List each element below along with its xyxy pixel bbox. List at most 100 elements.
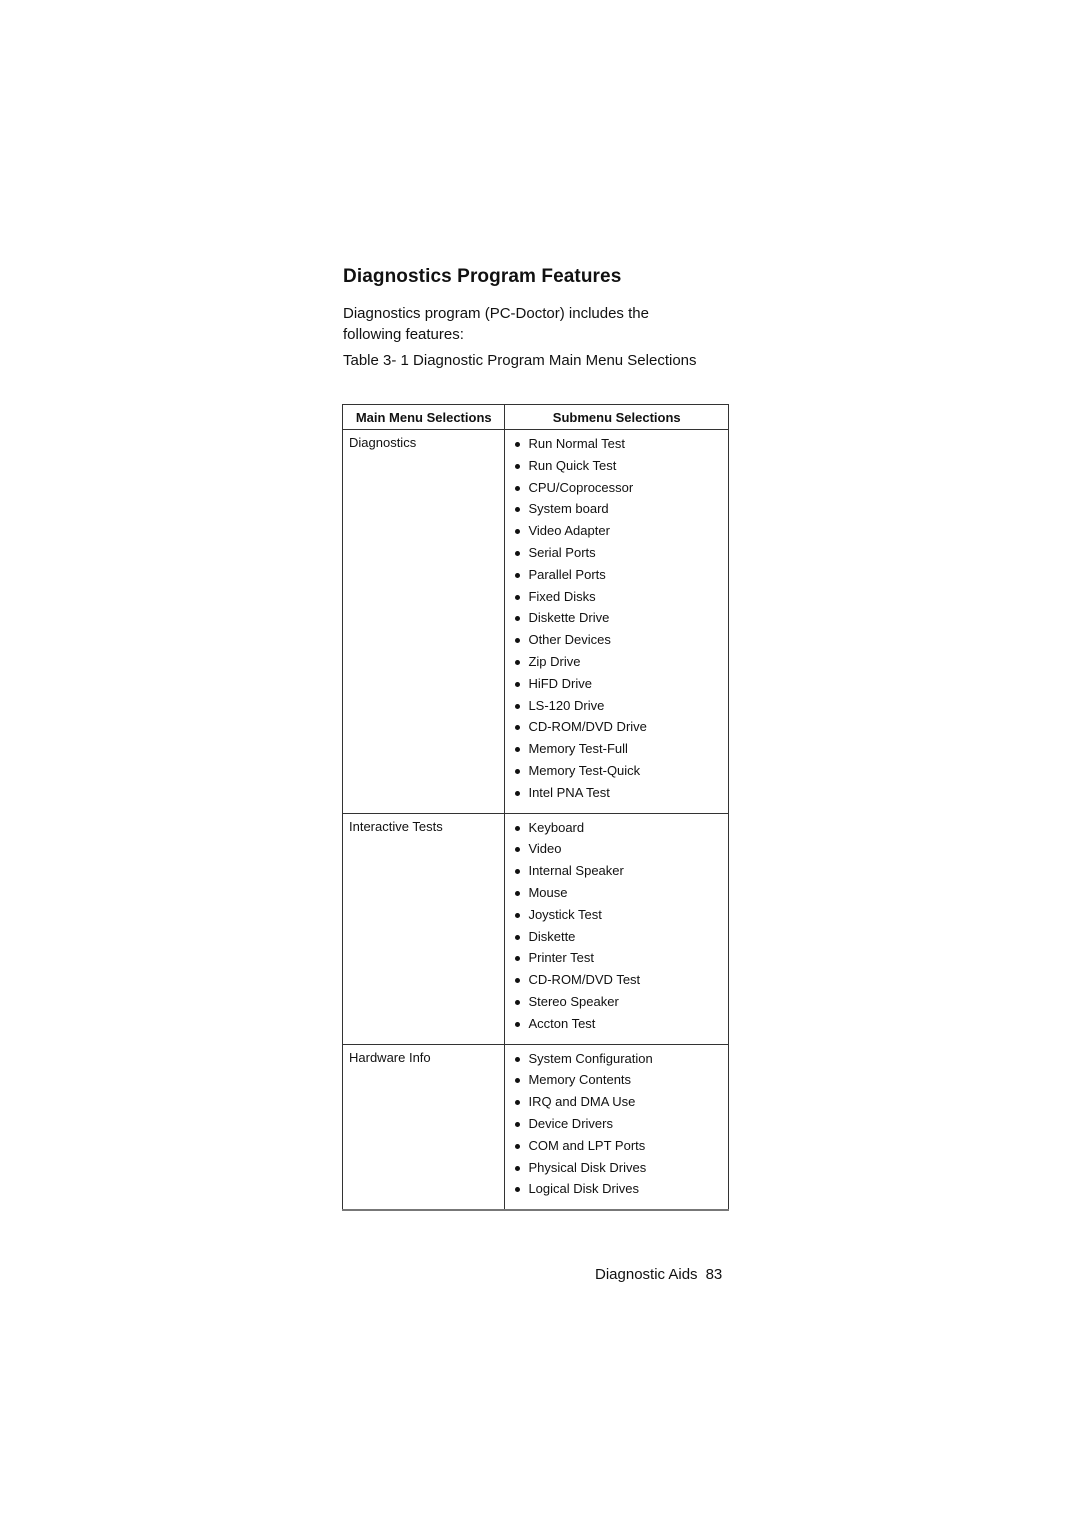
submenu-item-label: System Configuration bbox=[528, 1050, 653, 1066]
bullet-icon bbox=[515, 934, 521, 940]
submenu-item-label: Run Normal Test bbox=[528, 436, 626, 451]
submenu-item: Logical Disk Drives bbox=[505, 1180, 728, 1202]
submenu-item: Accton Test bbox=[505, 1015, 728, 1037]
submenu-item: Device Drivers bbox=[505, 1115, 728, 1137]
submenu-item-label: IRQ and DMA Use bbox=[528, 1094, 636, 1110]
bullet-icon bbox=[515, 869, 521, 875]
submenu-item: HiFD Drive bbox=[505, 675, 728, 697]
bullet-icon bbox=[515, 529, 521, 535]
submenu-item: Fixed Disks bbox=[505, 588, 728, 610]
submenu-list: Run Normal Test Run Quick Test CPU/Coproce… bbox=[505, 435, 728, 806]
bullet-icon bbox=[515, 485, 521, 491]
submenu-item-label: COM and LPT Ports bbox=[528, 1137, 646, 1153]
table-header-row: Main Menu Selections Submenu Selections bbox=[341, 404, 729, 430]
submenu-cell: Run Normal Test Run Quick Test CPU/Coproce… bbox=[504, 429, 729, 814]
bullet-icon bbox=[515, 616, 521, 622]
bullet-icon bbox=[515, 1121, 521, 1127]
bullet-icon bbox=[515, 442, 521, 447]
submenu-list: Keyboard Video Internal Speaker Mouse Joysti… bbox=[505, 819, 728, 1037]
submenu-item: Run Quick Test bbox=[505, 457, 728, 479]
submenu-item-label: Memory Test-Quick bbox=[528, 762, 641, 778]
submenu-item-label: HiFD Drive bbox=[528, 675, 593, 691]
submenu-cell: Keyboard Video Internal Speaker Mouse Joysti… bbox=[504, 812, 729, 1045]
submenu-item: CPU/Coprocessor bbox=[505, 479, 728, 501]
submenu-item: Memory Test-Quick bbox=[505, 762, 728, 784]
bullet-icon bbox=[515, 572, 521, 578]
bullet-icon bbox=[515, 747, 521, 753]
submenu-item-label: CPU/Coprocessor bbox=[528, 479, 634, 495]
submenu-item-label: Zip Drive bbox=[528, 653, 581, 669]
header-submenu: Submenu Selections bbox=[504, 404, 729, 430]
page-title: Diagnostics Program Features bbox=[343, 266, 622, 287]
bullet-icon bbox=[515, 638, 521, 644]
table-caption: Table 3- 1 Diagnostic Program Main Menu … bbox=[343, 352, 697, 369]
submenu-item-label: CD-ROM/DVD Test bbox=[528, 972, 641, 988]
bullet-icon bbox=[515, 1187, 521, 1193]
bullet-icon bbox=[515, 956, 521, 962]
submenu-item-label: Memory Test-Full bbox=[528, 741, 628, 757]
table-row: Hardware Info System Configuration Memory … bbox=[341, 1043, 729, 1212]
bullet-icon bbox=[515, 594, 521, 600]
bullet-icon bbox=[515, 550, 521, 556]
footer-section-name: Diagnostic Aids bbox=[595, 1266, 698, 1283]
submenu-item-label: Other Devices bbox=[528, 632, 611, 648]
submenu-item: Other Devices bbox=[505, 631, 728, 653]
main-menu-cell: Hardware Info bbox=[341, 1043, 506, 1212]
bullet-icon bbox=[515, 659, 521, 665]
submenu-list: System Configuration Memory Contents IRQ a… bbox=[505, 1050, 728, 1203]
bullet-icon bbox=[515, 1165, 521, 1171]
submenu-item-label: Stereo Speaker bbox=[528, 993, 619, 1009]
submenu-item: Video bbox=[505, 840, 728, 862]
bullet-icon bbox=[515, 703, 521, 709]
bullet-icon bbox=[515, 890, 521, 896]
submenu-item-label: Keyboard bbox=[528, 819, 585, 835]
submenu-item-label: Physical Disk Drives bbox=[528, 1159, 647, 1175]
bullet-icon bbox=[515, 725, 521, 731]
submenu-item: Memory Contents bbox=[505, 1071, 728, 1093]
submenu-item: COM and LPT Ports bbox=[505, 1137, 728, 1159]
bullet-icon bbox=[515, 1021, 521, 1027]
bullet-icon bbox=[515, 507, 521, 513]
bullet-icon bbox=[515, 847, 521, 853]
submenu-item-label: Parallel Ports bbox=[528, 566, 606, 582]
main-menu-table: Main Menu Selections Submenu Selections … bbox=[341, 404, 729, 1212]
bullet-icon bbox=[515, 999, 521, 1005]
submenu-item-label: Diskette Drive bbox=[528, 610, 610, 626]
submenu-item: IRQ and DMA Use bbox=[505, 1093, 728, 1115]
submenu-item-label: Run Quick Test bbox=[528, 457, 617, 473]
table-row: Interactive Tests Keyboard Video Internal S… bbox=[341, 812, 729, 1045]
submenu-item: Memory Test-Full bbox=[505, 740, 728, 762]
submenu-item: Stereo Speaker bbox=[505, 993, 728, 1015]
submenu-item-label: Fixed Disks bbox=[528, 588, 596, 604]
submenu-item-label: Video bbox=[528, 841, 562, 857]
main-menu-cell: Diagnostics bbox=[341, 429, 506, 814]
submenu-item-label: Mouse bbox=[528, 884, 568, 900]
bullet-icon bbox=[515, 912, 521, 918]
submenu-item: Printer Test bbox=[505, 949, 728, 971]
bullet-icon bbox=[515, 1100, 521, 1106]
table-row: Diagnostics Run Normal Test Run Quick Test… bbox=[341, 429, 729, 814]
submenu-item: Joystick Test bbox=[505, 906, 728, 928]
page-footer: Diagnostic Aids 83 bbox=[595, 1266, 722, 1283]
submenu-item-label: Intel PNA Test bbox=[528, 784, 610, 800]
submenu-cell: System Configuration Memory Contents IRQ a… bbox=[504, 1043, 729, 1212]
submenu-item-label: Logical Disk Drives bbox=[528, 1181, 639, 1197]
submenu-item-label: CD-ROM/DVD Drive bbox=[528, 719, 647, 735]
bullet-icon bbox=[515, 1078, 521, 1084]
submenu-item: Mouse bbox=[505, 884, 728, 906]
submenu-item: System board bbox=[505, 500, 728, 522]
submenu-item: Physical Disk Drives bbox=[505, 1159, 728, 1181]
submenu-item: Run Normal Test bbox=[505, 435, 728, 457]
table-body: Diagnostics Run Normal Test Run Quick Test… bbox=[341, 429, 729, 1212]
bullet-icon bbox=[515, 825, 521, 831]
submenu-item: Internal Speaker bbox=[505, 862, 728, 884]
bullet-icon bbox=[515, 681, 521, 687]
submenu-item: CD-ROM/DVD Drive bbox=[505, 718, 728, 740]
bullet-icon bbox=[515, 1056, 521, 1062]
intro-paragraph: Diagnostics program (PC-Doctor) includes… bbox=[343, 305, 649, 343]
bullet-icon bbox=[515, 463, 521, 469]
submenu-item-label: Video Adapter bbox=[528, 523, 610, 539]
main-menu-cell: Interactive Tests bbox=[341, 812, 506, 1045]
submenu-item-label: Memory Contents bbox=[528, 1072, 632, 1088]
submenu-item-label: Device Drivers bbox=[528, 1115, 613, 1131]
